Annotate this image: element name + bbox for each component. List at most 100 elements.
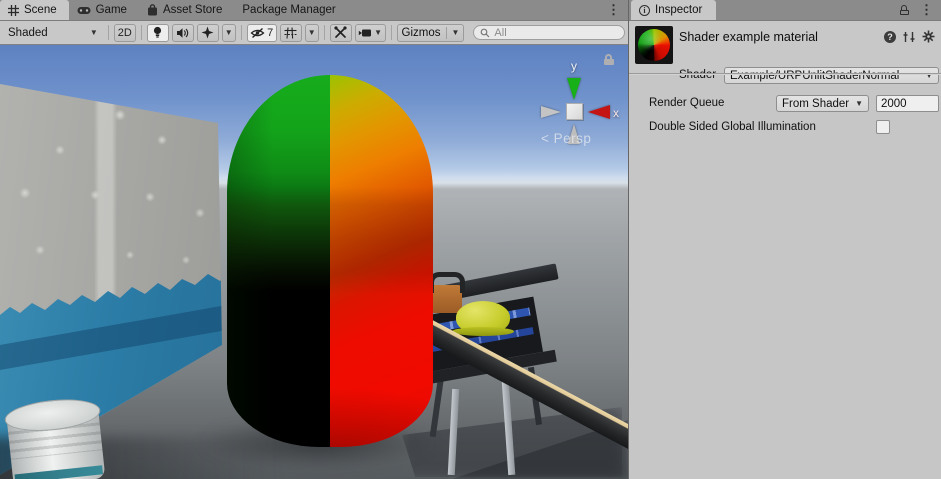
material-header: Shader example material ? Shader Example…	[629, 21, 941, 73]
toolbar-separator	[241, 25, 242, 40]
axis-x-cone[interactable]	[588, 105, 610, 119]
render-queue-mode: From Shader	[782, 98, 855, 110]
tab-game[interactable]: Game	[69, 0, 139, 20]
gizmo-unlock-icon[interactable]	[604, 54, 615, 64]
lock-body	[900, 10, 909, 15]
render-queue-dropdown[interactable]: From Shader ▼	[776, 95, 869, 112]
render-queue-row: Render Queue From Shader ▼	[629, 95, 941, 113]
toolbar-separator	[324, 25, 325, 40]
tab-scene[interactable]: Scene	[0, 0, 69, 20]
inspector-lock-icon[interactable]	[900, 5, 910, 15]
tab-asset-store[interactable]: Asset Store	[139, 0, 234, 20]
search-icon	[480, 28, 490, 38]
gizmo-center-cube[interactable]	[566, 103, 583, 120]
shader-dropdown-value: Example/URPUnlitShaderNormal	[730, 70, 925, 82]
chevron-down-icon: ▼	[855, 100, 863, 108]
material-preview-thumbnail[interactable]	[635, 26, 673, 64]
yellow-hard-hat	[456, 301, 510, 334]
scene-camera-button[interactable]: ▼	[355, 24, 386, 42]
asset-store-bag-icon	[147, 4, 158, 16]
shader-label: Shader	[679, 69, 716, 81]
chevron-down-icon: ▼	[452, 29, 460, 37]
tab-asset-store-label: Asset Store	[163, 4, 222, 16]
help-icon[interactable]: ?	[884, 31, 896, 43]
camera-icon	[358, 28, 372, 38]
gizmos-dropdown[interactable]: Gizmos ▼	[397, 24, 465, 42]
paint-bucket	[7, 408, 106, 479]
material-name: Shader example material	[679, 30, 818, 44]
chevron-down-icon: ▼	[90, 29, 98, 37]
shader-capsule-object[interactable]	[227, 75, 433, 447]
tab-package-manager-label: Package Manager	[242, 4, 335, 16]
tab-package-manager[interactable]: Package Manager	[234, 0, 347, 20]
unity-editor-window: Scene Game Asset Store Package Manager ⋮	[0, 0, 941, 479]
toolbar-separator	[391, 25, 392, 40]
scene-toolbar: Shaded ▼ 2D ▼	[0, 21, 628, 45]
render-queue-value-input[interactable]	[877, 97, 938, 112]
tab-game-label: Game	[96, 4, 127, 16]
scene-effects-toggle[interactable]	[197, 24, 219, 42]
axis-y-label: y	[571, 59, 577, 73]
shader-row: Shader Example/URPUnlitShaderNormal ▼	[629, 67, 941, 87]
scene-visibility-toggle[interactable]: 7	[247, 24, 277, 42]
info-icon: i	[639, 5, 650, 16]
speaker-icon	[176, 27, 189, 39]
inspector-pane: i Inspector ⋮ Shader example material ?	[628, 0, 941, 479]
tab-scene-label: Scene	[24, 4, 57, 16]
capsule-shading-band	[227, 75, 433, 447]
toggle-2d-label: 2D	[118, 27, 132, 39]
eye-slash-icon	[250, 27, 265, 39]
tab-inspector[interactable]: i Inspector	[631, 0, 716, 20]
scene-pane-menu-kebab-icon[interactable]: ⋮	[599, 0, 628, 20]
scene-lighting-toggle[interactable]	[147, 24, 169, 42]
toolbar-separator	[141, 25, 142, 40]
component-tools-button[interactable]	[330, 24, 352, 42]
inspector-tabstrip: i Inspector ⋮	[629, 0, 941, 21]
scene-viewport[interactable]: y x < Persp	[0, 45, 628, 479]
gizmos-divider	[446, 27, 447, 39]
chevron-down-icon: ▼	[374, 29, 382, 37]
gizmos-label: Gizmos	[402, 27, 441, 39]
presets-icon[interactable]	[903, 31, 915, 43]
scene-grid-dropdown-arrow[interactable]: ▼	[305, 24, 319, 42]
inspector-menu-kebab-icon[interactable]: ⋮	[920, 2, 933, 18]
header-separator	[629, 73, 941, 75]
scene-effects-dropdown-arrow[interactable]: ▼	[222, 24, 236, 42]
search-input[interactable]	[494, 27, 618, 39]
draw-mode-dropdown[interactable]: Shaded ▼	[3, 24, 103, 42]
double-sided-gi-row: Double Sided Global Illumination	[629, 119, 941, 137]
gear-icon[interactable]	[922, 30, 935, 43]
crossed-tools-icon	[334, 26, 347, 39]
render-queue-value-field[interactable]	[876, 95, 939, 112]
shader-dropdown[interactable]: Example/URPUnlitShaderNormal ▼	[724, 67, 939, 84]
scene-tabstrip: Scene Game Asset Store Package Manager ⋮	[0, 0, 628, 21]
lock-body	[604, 59, 614, 65]
grid-icon	[284, 27, 297, 39]
axis-x-label: x	[613, 106, 619, 120]
material-preview-sphere	[638, 29, 670, 61]
scene-search-field[interactable]	[473, 25, 625, 40]
scene-pane: Scene Game Asset Store Package Manager ⋮	[0, 0, 628, 479]
inspector-strip-actions: ⋮	[900, 0, 941, 20]
draw-mode-label: Shaded	[8, 27, 48, 39]
gamepad-icon	[77, 6, 91, 15]
double-sided-gi-label: Double Sided Global Illumination	[649, 121, 816, 133]
lightbulb-icon	[152, 26, 163, 39]
chevron-down-icon: ▼	[225, 29, 233, 37]
axis-negx-cone[interactable]	[541, 106, 561, 118]
axis-y-cone[interactable]	[567, 78, 581, 100]
scene-grid-visibility-toggle[interactable]	[280, 24, 302, 42]
effects-star-icon	[201, 26, 214, 39]
scene-audio-toggle[interactable]	[172, 24, 194, 42]
toolbar-separator	[108, 25, 109, 40]
hidden-objects-count: 7	[267, 27, 273, 39]
toggle-2d-button[interactable]: 2D	[114, 24, 136, 42]
perspective-mode-label[interactable]: < Persp	[541, 131, 591, 146]
chevron-down-icon: ▼	[308, 29, 316, 37]
scene-grid-icon	[8, 5, 19, 16]
bucket-label-band	[15, 465, 103, 479]
double-sided-gi-checkbox[interactable]	[876, 120, 890, 134]
render-queue-label: Render Queue	[649, 97, 724, 109]
tab-inspector-label: Inspector	[655, 4, 702, 16]
material-header-icons: ?	[884, 30, 935, 43]
